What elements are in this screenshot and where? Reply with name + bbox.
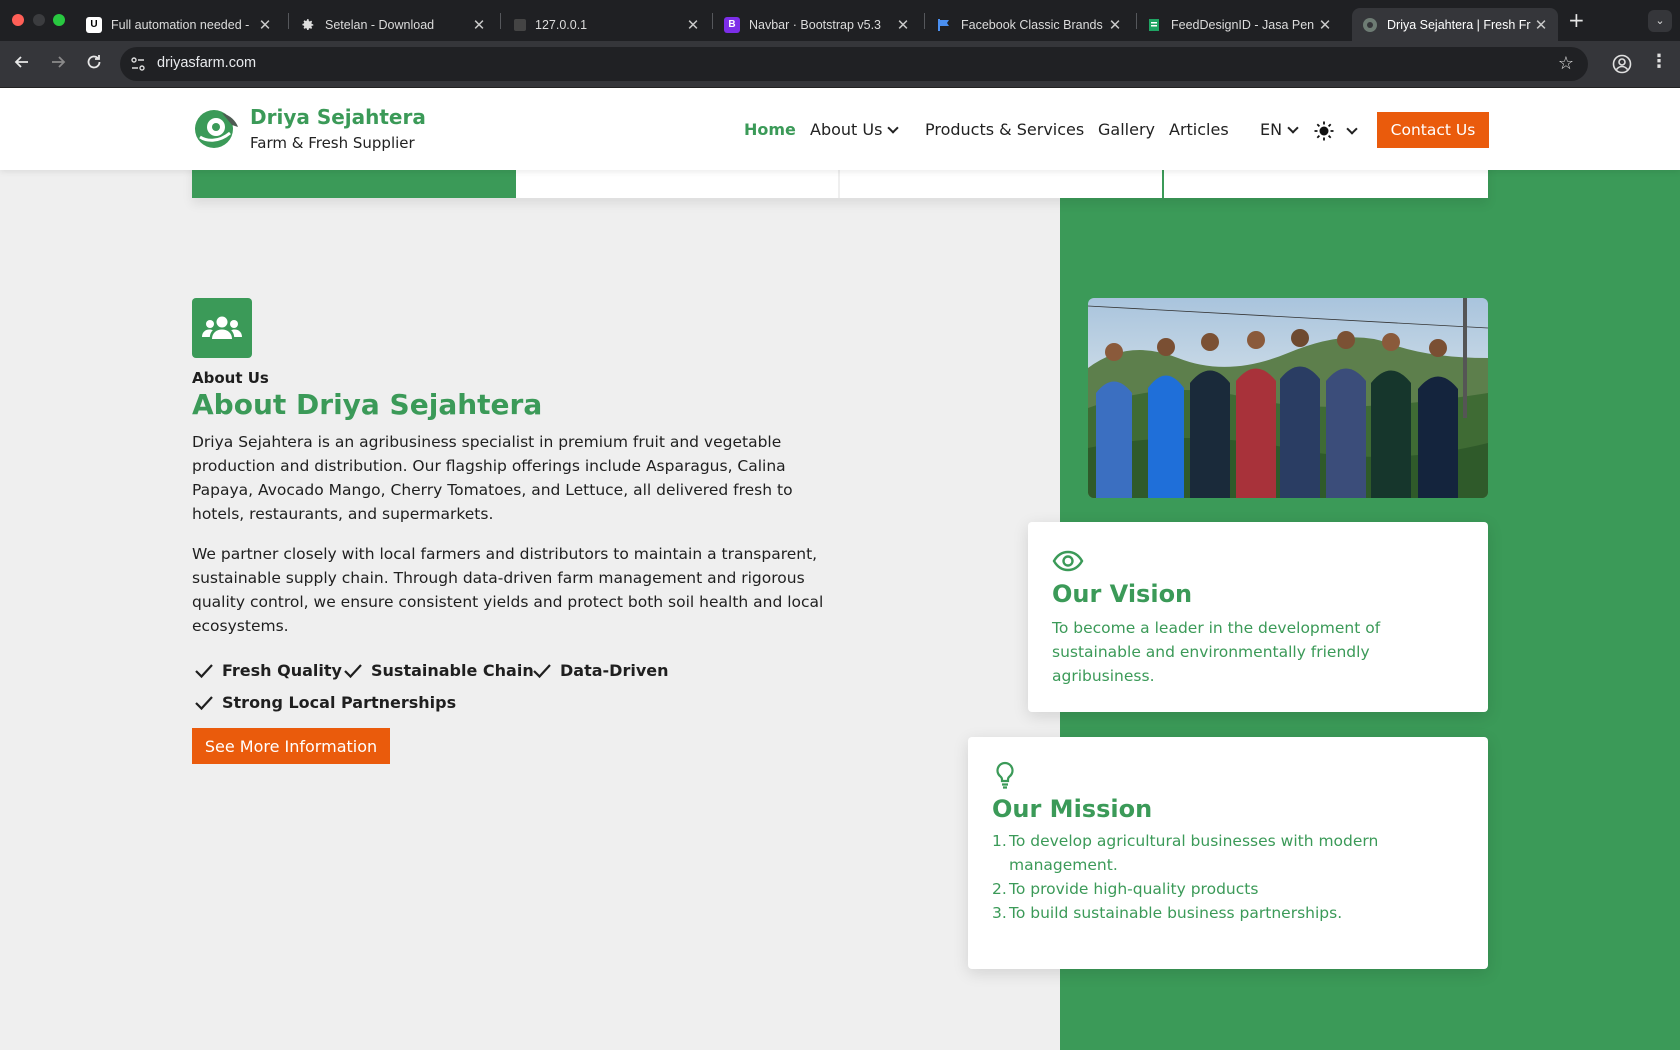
minimize-window-button[interactable] [33, 14, 45, 26]
mission-item-number: 3. [992, 904, 1007, 922]
brand-tagline: Farm & Fresh Supplier [250, 134, 415, 152]
about-title: About Driya Sejahtera [192, 388, 543, 421]
mission-item-number: 1. [992, 832, 1007, 850]
browser-tab[interactable]: B Navbar · Bootstrap v5.3 ✕ [714, 8, 920, 41]
browser-tab[interactable]: Facebook Classic Brands ✕ [926, 8, 1132, 41]
upwork-icon: U [86, 16, 102, 33]
lightbulb-icon [996, 761, 1014, 789]
close-tab-icon[interactable]: ✕ [256, 16, 274, 34]
feature-item: Sustainable Chain [343, 661, 534, 680]
forward-icon[interactable] [46, 53, 70, 76]
close-tab-icon[interactable]: ✕ [1106, 16, 1124, 34]
close-tab-icon[interactable]: ✕ [684, 16, 702, 34]
mission-title: Our Mission [992, 795, 1153, 823]
driya-icon [1362, 17, 1378, 33]
bookmark-star-icon[interactable]: ☆ [1558, 53, 1574, 74]
team-users-icon [192, 298, 252, 358]
browser-menu-icon[interactable]: ⋮ [1650, 51, 1668, 72]
site-info-icon[interactable] [130, 56, 146, 72]
theme-sun-icon[interactable] [1314, 121, 1334, 141]
back-icon[interactable] [10, 53, 34, 76]
profile-icon[interactable] [1612, 54, 1632, 74]
url-text: driyasfarm.com [157, 55, 257, 71]
reload-icon[interactable] [82, 53, 106, 76]
check-icon [195, 695, 213, 710]
nav-articles[interactable]: Articles [1169, 120, 1229, 139]
feature-item: Data-Driven [532, 661, 669, 680]
mission-item: 3. To build sustainable business partners… [992, 901, 1462, 925]
close-window-button[interactable] [12, 14, 24, 26]
check-icon [195, 663, 213, 678]
tab-title: Driya Sejahtera | Fresh Fr [1387, 17, 1531, 32]
close-tab-icon[interactable]: ✕ [470, 16, 488, 34]
nav-products-services[interactable]: Products & Services [925, 120, 1084, 139]
feature-item: Fresh Quality [194, 661, 342, 680]
mission-item-text: To provide high-quality products [1009, 880, 1259, 898]
bootstrap-icon: B [724, 16, 740, 33]
tab-title: FeedDesignID - Jasa Pen [1171, 17, 1315, 32]
mission-item: 2. To provide high-quality products [992, 877, 1462, 901]
page-icon [514, 18, 526, 31]
tab-title: Navbar · Bootstrap v5.3 [749, 17, 882, 32]
about-paragraph: We partner closely with local farmers an… [192, 545, 824, 635]
brand-logo-icon[interactable] [192, 109, 242, 149]
mission-item-number: 2. [992, 880, 1007, 898]
tab-title: Facebook Classic Brands [961, 17, 1103, 32]
mission-item: 1. To develop agricultural businesses wit… [992, 829, 1462, 877]
close-tab-icon[interactable]: ✕ [1316, 16, 1334, 34]
close-tab-icon[interactable]: ✕ [894, 16, 912, 34]
browser-tab[interactable]: 127.0.0.1 ✕ [504, 8, 710, 41]
nav-about-us[interactable]: About Us [810, 120, 900, 139]
new-tab-button[interactable]: + [1568, 8, 1585, 32]
sheet-icon [1146, 17, 1162, 33]
tab-title: Full automation needed - [111, 17, 250, 32]
tab-title: 127.0.0.1 [535, 17, 588, 32]
feature-label: Fresh Quality [222, 661, 342, 680]
browser-tab[interactable]: FeedDesignID - Jasa Pen ✕ [1136, 8, 1342, 41]
feature-item: Strong Local Partnerships [194, 693, 456, 712]
gear-icon [300, 17, 316, 33]
browser-tab[interactable]: U Full automation needed - ✕ [76, 8, 282, 41]
web-page: Driya Sejahtera Farm & Fresh Supplier Ho… [0, 88, 1680, 1050]
maximize-window-button[interactable] [53, 14, 65, 26]
language-dropdown[interactable]: EN [1260, 120, 1299, 139]
tab-search-button[interactable]: ⌄ [1648, 10, 1672, 32]
eye-icon [1052, 550, 1084, 572]
check-icon [344, 663, 362, 678]
feature-label: Sustainable Chain [371, 661, 534, 680]
check-icon [533, 663, 551, 678]
mission-card: Our Mission 1. To develop agricultural bu… [968, 737, 1488, 969]
about-paragraph: Driya Sejahtera is an agribusiness speci… [192, 433, 793, 523]
chevron-down-icon [1287, 122, 1299, 134]
vision-card: Our Vision To become a leader in the dev… [1028, 522, 1488, 712]
close-tab-icon[interactable]: ✕ [1532, 16, 1550, 34]
flag-icon [936, 17, 952, 33]
vision-text: To become a leader in the development of… [1052, 619, 1381, 685]
vision-title: Our Vision [1052, 580, 1193, 608]
address-bar[interactable]: driyasfarm.com ☆ [120, 47, 1588, 81]
see-more-information-button[interactable]: See More Information [192, 728, 390, 764]
mission-item-text: To build sustainable business partnershi… [1009, 904, 1343, 922]
nav-home[interactable]: Home [744, 120, 796, 139]
contact-us-button[interactable]: Contact Us [1377, 112, 1489, 148]
mission-item-text: To develop agricultural businesses with … [1009, 832, 1379, 874]
browser-tab-active[interactable]: Driya Sejahtera | Fresh Fr ✕ [1352, 8, 1558, 41]
chevron-down-icon [887, 122, 900, 134]
feature-label: Strong Local Partnerships [222, 693, 457, 712]
nav-about-us-label: About Us [810, 120, 883, 139]
browser-tab-bar: U Full automation needed - ✕ Setelan - D… [0, 0, 1680, 41]
language-label: EN [1260, 120, 1283, 139]
brand-name[interactable]: Driya Sejahtera [250, 105, 426, 129]
browser-tab[interactable]: Setelan - Download ✕ [290, 8, 496, 41]
section-eyebrow: About Us [192, 369, 269, 387]
tab-title: Setelan - Download [325, 17, 435, 32]
nav-gallery[interactable]: Gallery [1098, 120, 1155, 139]
browser-toolbar: driyasfarm.com ☆ ⋮ [0, 41, 1680, 88]
theme-chevron-down-icon[interactable] [1346, 123, 1358, 135]
mission-list: 1. To develop agricultural businesses wit… [992, 829, 1462, 925]
site-header: Driya Sejahtera Farm & Fresh Supplier Ho… [0, 88, 1680, 170]
feature-label: Data-Driven [560, 661, 669, 680]
team-photo [1088, 298, 1488, 498]
